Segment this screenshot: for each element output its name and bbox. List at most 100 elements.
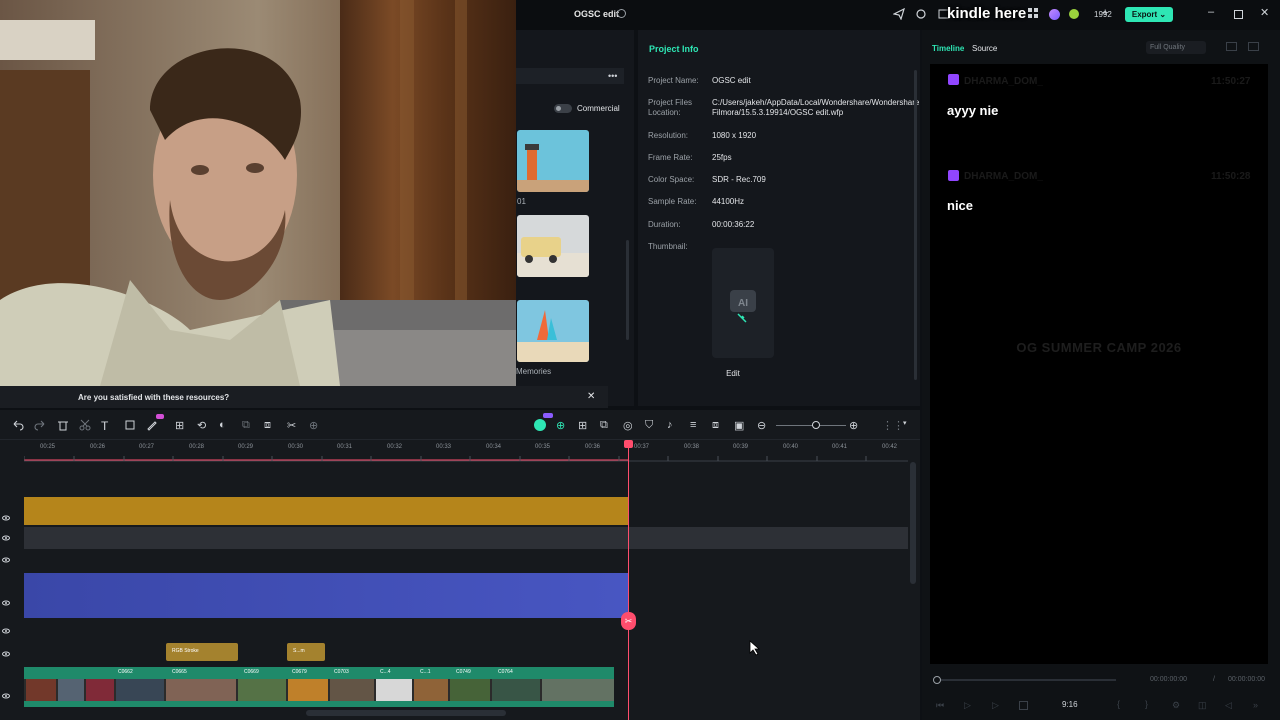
tab-timeline[interactable]: Timeline bbox=[932, 44, 964, 53]
audio-stretch-icon[interactable]: ◎ bbox=[623, 419, 635, 432]
zoom-slider[interactable] bbox=[776, 421, 846, 429]
quality-select[interactable]: Full Quality bbox=[1146, 41, 1206, 54]
blue-color-clip[interactable] bbox=[24, 573, 628, 618]
gold-adjustment-clip[interactable] bbox=[24, 497, 628, 525]
cloud-status-icon[interactable] bbox=[617, 9, 626, 18]
ai-mode-icon[interactable] bbox=[534, 419, 546, 431]
track-visibility-icon[interactable] bbox=[2, 599, 10, 607]
aspect-ratio-select[interactable]: 9:16 bbox=[1062, 700, 1078, 709]
export-button[interactable]: Export ⌄ bbox=[1125, 7, 1173, 22]
zoom-out-icon[interactable]: ⊖ bbox=[757, 419, 769, 432]
expand-icon[interactable]: » bbox=[1253, 700, 1258, 710]
apps-grid-icon[interactable] bbox=[1028, 8, 1042, 22]
snapshot-icon[interactable]: ◫ bbox=[1198, 700, 1207, 711]
close-icon[interactable]: ✕ bbox=[1260, 6, 1269, 19]
shield-icon[interactable]: ⛉ bbox=[645, 419, 657, 431]
toolbar-menu-icon[interactable]: ▾ bbox=[903, 419, 907, 427]
ruler-label: 00:39 bbox=[733, 444, 749, 450]
render-icon[interactable]: ⊕ bbox=[556, 419, 568, 432]
snapshot-icon[interactable] bbox=[1248, 42, 1259, 51]
media-thumb-beach[interactable] bbox=[517, 300, 589, 362]
crop-icon[interactable] bbox=[124, 419, 136, 431]
send-icon[interactable] bbox=[893, 8, 907, 22]
track-visibility-icon[interactable] bbox=[2, 650, 10, 658]
scrubber-handle[interactable] bbox=[933, 676, 941, 684]
zoom-slider-handle[interactable] bbox=[812, 421, 820, 429]
minimize-icon[interactable]: – bbox=[1208, 6, 1214, 18]
add-credits-icon[interactable]: + bbox=[1102, 7, 1108, 19]
zoom-in-icon[interactable]: ⊕ bbox=[849, 419, 861, 432]
play-icon[interactable]: ▷ bbox=[964, 700, 971, 711]
ruler-label: 00:33 bbox=[436, 444, 452, 450]
snap-icon[interactable]: ⧉ bbox=[600, 419, 612, 431]
redo-icon[interactable] bbox=[34, 419, 46, 431]
audio-icon[interactable]: ◁ bbox=[1225, 700, 1232, 711]
track-visibility-icon[interactable] bbox=[2, 556, 10, 564]
playhead-handle[interactable] bbox=[624, 440, 633, 448]
ruler-label: 00:25 bbox=[40, 444, 56, 450]
chat-message: ayyy nie bbox=[947, 103, 999, 118]
settings-icon[interactable]: ⚙ bbox=[1172, 700, 1180, 711]
timeline-horizontal-scrollbar[interactable] bbox=[306, 710, 506, 716]
mark-out-icon[interactable]: } bbox=[1145, 699, 1148, 709]
color-icon[interactable]: ◐ bbox=[219, 419, 231, 431]
effect-clip[interactable]: S...m bbox=[287, 643, 325, 661]
effect-clip-rgb-stroke[interactable]: RGB Stroke bbox=[166, 643, 238, 661]
ruler-label: 00:31 bbox=[337, 444, 353, 450]
close-prompt-icon[interactable]: ✕ bbox=[587, 391, 595, 402]
media-library-panel: ••• Commercial 01 Memories bbox=[516, 30, 634, 406]
mixer-icon[interactable]: ≡ bbox=[690, 419, 702, 431]
play-icon[interactable]: ▷ bbox=[992, 700, 999, 711]
preview-icon[interactable]: ▣ bbox=[734, 419, 746, 432]
media-scrollbar[interactable] bbox=[626, 240, 629, 340]
headset-icon[interactable] bbox=[915, 8, 929, 22]
ruler-label: 00:28 bbox=[189, 444, 205, 450]
track-visibility-icon[interactable] bbox=[2, 514, 10, 522]
playback-scrubber[interactable] bbox=[933, 676, 1116, 684]
media-thumb-lighthouse[interactable] bbox=[517, 130, 589, 192]
track-visibility-icon[interactable] bbox=[2, 692, 10, 700]
undo-icon[interactable] bbox=[12, 419, 24, 431]
ruler-label: 00:34 bbox=[486, 444, 502, 450]
delete-icon[interactable] bbox=[57, 419, 69, 431]
track-visibility-icon[interactable] bbox=[2, 534, 10, 542]
microphone-icon[interactable]: ♪ bbox=[667, 419, 679, 431]
keyframe-icon[interactable]: ⊞ bbox=[175, 419, 187, 432]
track-visibility-icon[interactable] bbox=[2, 627, 10, 635]
stop-icon[interactable] bbox=[1019, 701, 1028, 710]
clip-label: C...4 bbox=[380, 669, 391, 675]
more-tools-icon[interactable]: ⊕ bbox=[309, 419, 321, 432]
cut-icon[interactable] bbox=[79, 419, 91, 431]
grid-icon[interactable]: ⋮⋮ bbox=[882, 419, 904, 432]
avatar[interactable] bbox=[1049, 9, 1060, 20]
edit-thumbnail-button[interactable]: Edit bbox=[713, 367, 753, 381]
text-icon[interactable]: T bbox=[101, 419, 113, 433]
playhead[interactable] bbox=[628, 440, 629, 720]
ruler-label: 00:29 bbox=[238, 444, 254, 450]
pen-icon[interactable] bbox=[146, 419, 158, 431]
tab-source[interactable]: Source bbox=[972, 44, 997, 53]
commercial-label: Commercial bbox=[577, 104, 620, 113]
commercial-toggle[interactable] bbox=[554, 104, 572, 113]
ai-tools-icon[interactable]: ✂ bbox=[287, 419, 299, 432]
info-scrollbar[interactable] bbox=[914, 70, 917, 380]
mouse-cursor-icon bbox=[749, 640, 761, 656]
mark-in-icon[interactable]: { bbox=[1117, 699, 1120, 709]
replace-icon[interactable]: ⧈ bbox=[712, 419, 724, 431]
speed-icon[interactable]: ⟲ bbox=[197, 419, 209, 432]
restore-icon[interactable] bbox=[1234, 10, 1243, 19]
clip-label: C0665 bbox=[172, 669, 187, 675]
thumbnail-preview[interactable]: AI bbox=[712, 248, 774, 358]
marker-icon[interactable]: ⊞ bbox=[578, 419, 590, 432]
split-scissors-icon[interactable]: ✂ bbox=[621, 612, 636, 630]
preview-canvas[interactable]: DHARMA_DOM_ 11:50:27 ayyy nie DHARMA_DOM… bbox=[930, 64, 1268, 664]
split-icon[interactable]: ⧈ bbox=[264, 419, 276, 431]
layout-icon[interactable] bbox=[1226, 42, 1237, 51]
media-thumb-van[interactable] bbox=[517, 215, 589, 277]
svg-text:AI: AI bbox=[738, 298, 748, 309]
freeze-icon[interactable]: ⧉ bbox=[242, 419, 254, 431]
prev-frame-icon[interactable]: ⏮ bbox=[936, 700, 944, 711]
more-options-icon[interactable]: ••• bbox=[608, 71, 617, 81]
timeline-ruler[interactable]: 00:25 00:26 00:27 00:28 00:29 00:30 00:3… bbox=[24, 440, 908, 462]
timeline-vertical-scrollbar[interactable] bbox=[910, 462, 916, 584]
